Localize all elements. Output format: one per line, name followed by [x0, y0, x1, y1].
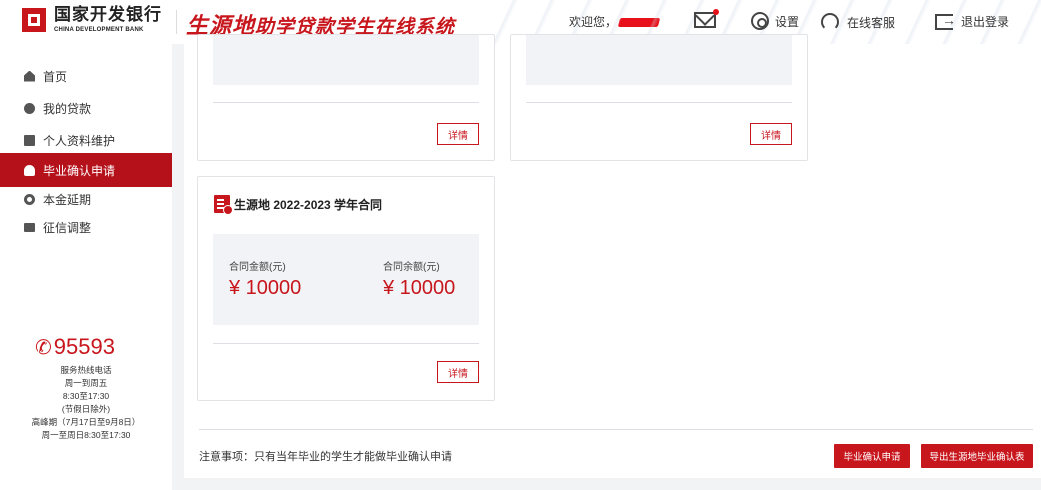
mail-icon: [694, 9, 719, 28]
card-divider: [213, 102, 479, 103]
deferral-icon: [24, 193, 35, 205]
contract-amount: 合同金额(元) ¥ 10000: [229, 258, 301, 300]
header-divider: [176, 10, 177, 34]
hotline-text: 周一至周日8:30至17:30: [41, 430, 131, 440]
sidebar-item-home[interactable]: 首页: [0, 60, 172, 92]
notice-text: 注意事项：只有当年毕业的学生才能做毕业确认申请: [199, 451, 452, 463]
settings-button[interactable]: 设置: [751, 12, 799, 30]
headset-icon: [821, 13, 839, 31]
logout-button[interactable]: 退出登录: [935, 12, 1010, 30]
hotline-text: 高峰期（7月17日至9月8日）: [31, 417, 141, 427]
contract-balance-label: 合同余额(元): [383, 262, 440, 273]
card-divider: [213, 343, 479, 344]
logout-icon: [935, 12, 956, 30]
graduation-confirm-apply-button[interactable]: 毕业确认申请: [834, 444, 910, 468]
contract-card: 详情: [510, 34, 808, 161]
export-confirmation-form-button[interactable]: 导出生源地毕业确认表: [921, 444, 1033, 468]
footer-divider: [199, 429, 1033, 430]
amount-area: [526, 35, 792, 85]
card-divider: [526, 102, 792, 103]
contract-panel: 详情 详情 生源地 2022-2023 学年合同 合同金额(元) ¥ 10000…: [184, 34, 1041, 478]
detail-button[interactable]: 详情: [750, 123, 792, 145]
contract-amount-value: ¥ 10000: [229, 277, 302, 299]
sidebar-item-my-loans[interactable]: 我的贷款: [0, 92, 172, 124]
profile-icon: [24, 134, 35, 146]
hotline-text: 周一到周五: [64, 378, 108, 388]
redacted-username: [617, 18, 661, 28]
contract-amount-label: 合同金额(元): [229, 262, 286, 273]
sidebar-item-profile[interactable]: 个人资料维护: [0, 124, 172, 156]
bank-logo-icon: [22, 8, 46, 32]
hotline-block: ✆ 95593 服务热线电话 周一到周五 8:30至17:30 (节假日除外) …: [0, 334, 172, 442]
detail-button[interactable]: 详情: [437, 123, 479, 145]
loan-icon: [24, 102, 35, 114]
mail-button[interactable]: [694, 9, 719, 28]
contract-balance-value: ¥ 10000: [383, 277, 456, 299]
gear-icon: [751, 12, 769, 30]
contract-balance: 合同余额(元) ¥ 10000: [383, 258, 455, 300]
graduate-icon: [24, 164, 35, 176]
sidebar: 首页 我的贷款 个人资料维护 毕业确认申请 本金延期 征信调整 ✆ 95593 …: [0, 44, 172, 490]
unread-dot: [713, 9, 719, 15]
credit-icon: [24, 222, 35, 232]
contract-title: 生源地 2022-2023 学年合同: [214, 195, 382, 215]
detail-button[interactable]: 详情: [437, 361, 479, 383]
sidebar-item-credit-adjust[interactable]: 征信调整: [0, 211, 172, 243]
bank-logo[interactable]: 国家开发银行 CHINA DEVELOPMENT BANK: [22, 7, 162, 33]
welcome-text: 欢迎您，: [569, 13, 661, 30]
online-service-button[interactable]: 在线客服: [821, 13, 895, 31]
settings-label: 设置: [775, 14, 800, 29]
phone-icon: ✆: [35, 336, 52, 359]
bank-name-cn: 国家开发银行: [54, 5, 162, 25]
amount-area: [213, 35, 479, 85]
contract-icon: [214, 195, 233, 215]
hotline-text: (节假日除外): [61, 404, 111, 414]
home-icon: [24, 70, 35, 82]
hotline-text: 服务热线电话: [60, 365, 112, 375]
hotline-number: 95593: [53, 334, 115, 359]
logout-label: 退出登录: [961, 15, 1010, 29]
sidebar-item-graduation-confirm[interactable]: 毕业确认申请: [0, 153, 172, 187]
bank-name-en: CHINA DEVELOPMENT BANK: [54, 27, 144, 33]
contract-card-2022-2023: 生源地 2022-2023 学年合同 合同金额(元) ¥ 10000 合同余额(…: [197, 176, 495, 401]
contract-card: 详情: [197, 34, 495, 161]
amount-area: 合同金额(元) ¥ 10000 合同余额(元) ¥ 10000: [213, 234, 479, 325]
hotline-text: 8:30至17:30: [62, 391, 110, 401]
main-content: 详情 详情 生源地 2022-2023 学年合同 合同金额(元) ¥ 10000…: [184, 34, 1041, 490]
online-service-label: 在线客服: [847, 15, 896, 30]
